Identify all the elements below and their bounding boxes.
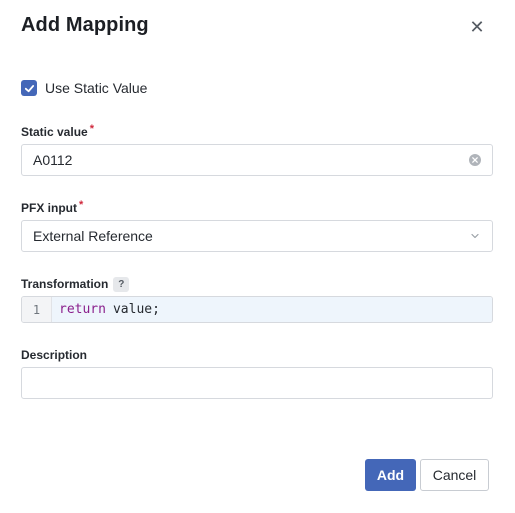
add-button[interactable]: Add xyxy=(365,459,416,491)
code-text: value; xyxy=(112,302,160,317)
description-label: Description xyxy=(21,348,88,362)
line-number: 1 xyxy=(22,297,52,322)
use-static-value-option[interactable]: Use Static Value xyxy=(21,80,147,96)
dialog-title: Add Mapping xyxy=(21,14,149,36)
cancel-button[interactable]: Cancel xyxy=(420,459,489,491)
pfx-input-label: PFX input * xyxy=(21,199,84,215)
static-value-label-text: Static value xyxy=(21,125,88,139)
required-mark: * xyxy=(89,123,94,135)
transformation-label-text: Transformation xyxy=(21,277,109,291)
transformation-code-editor[interactable]: 1 return value; xyxy=(21,296,493,323)
help-icon[interactable]: ? xyxy=(113,277,130,292)
clear-icon[interactable] xyxy=(469,154,481,166)
chevron-down-icon[interactable] xyxy=(469,230,481,242)
static-value-label: Static value * xyxy=(21,123,94,139)
use-static-value-checkbox[interactable] xyxy=(21,80,37,96)
use-static-value-label: Use Static Value xyxy=(45,80,148,96)
pfx-input-selected-value[interactable]: External Reference xyxy=(33,228,469,244)
description-input[interactable] xyxy=(21,367,493,399)
static-value-input[interactable]: A0112 xyxy=(21,144,493,176)
close-icon[interactable]: ✕ xyxy=(467,17,487,37)
add-mapping-dialog: Add Mapping ✕ Use Static Value Static va… xyxy=(0,0,515,513)
code-line[interactable]: return value; xyxy=(52,297,492,322)
pfx-input-label-text: PFX input xyxy=(21,201,77,215)
required-mark: * xyxy=(79,199,84,211)
pfx-input-select[interactable]: External Reference xyxy=(21,220,493,252)
check-icon xyxy=(24,84,34,92)
static-value-text[interactable]: A0112 xyxy=(33,152,469,168)
transformation-label: Transformation? xyxy=(21,277,130,292)
code-keyword: return xyxy=(59,302,106,317)
